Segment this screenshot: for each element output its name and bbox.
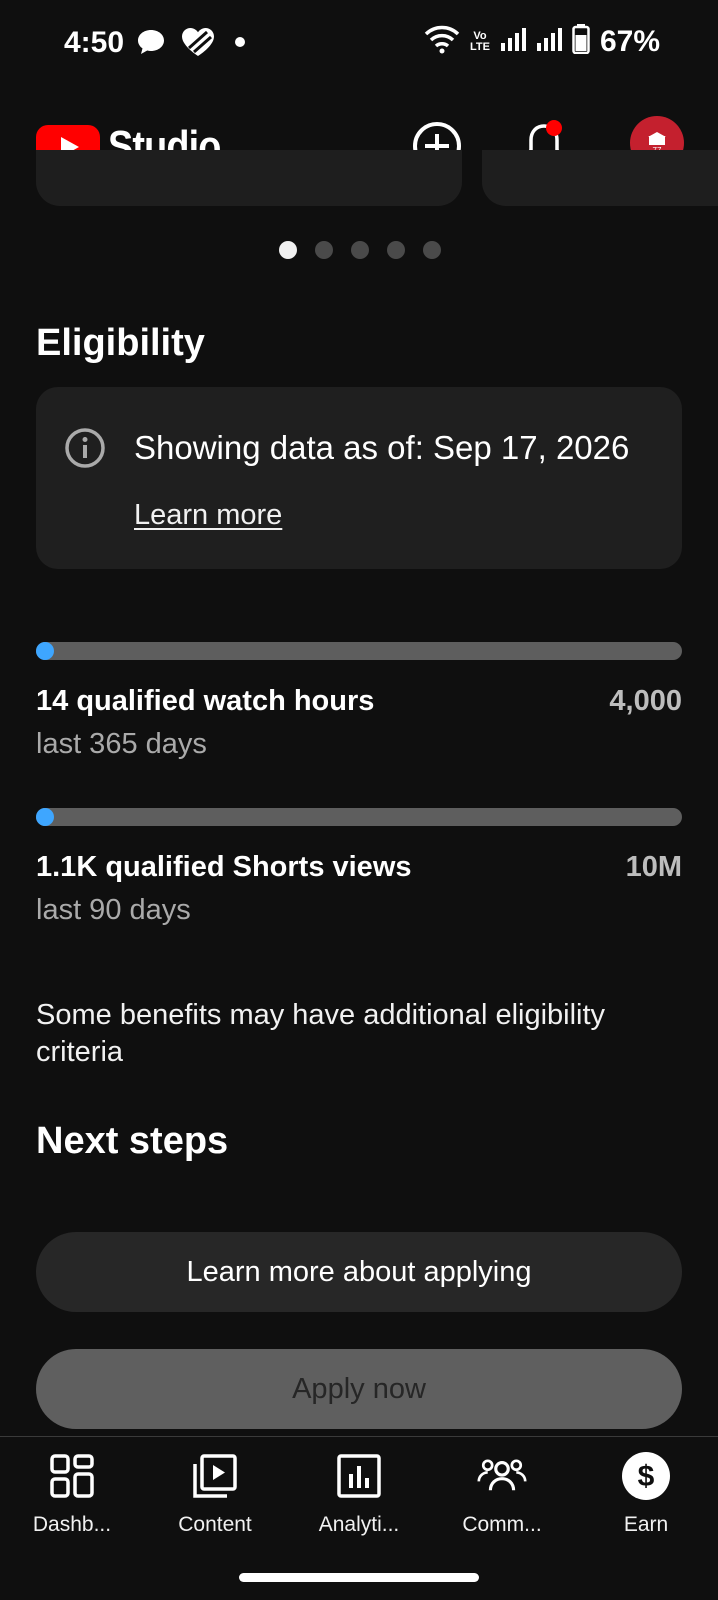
nav-earn[interactable]: $ Earn [576, 1451, 716, 1537]
data-date-text: Showing data as of: Sep 17, 2026 [134, 429, 630, 466]
volte-icon: Vo LTE [469, 29, 490, 53]
shorts-views-label: 1.1K qualified Shorts views [36, 851, 412, 883]
data-info-card: Showing data as of: Sep 17, 2026 Learn m… [36, 387, 682, 569]
nav-community[interactable]: Comm... [432, 1451, 572, 1537]
status-system-icons: Vo LTE 67% [424, 24, 660, 59]
learn-more-link[interactable]: Learn more [134, 499, 282, 532]
next-steps-title: Next steps [36, 1120, 229, 1162]
nav-label: Dashb... [32, 1513, 112, 1536]
watch-hours-progress [36, 642, 682, 660]
watch-hours-goal: 4,000 [609, 685, 682, 717]
notification-badge [546, 120, 562, 136]
battery-icon [572, 24, 590, 59]
svg-text:$: $ [638, 1460, 655, 1493]
eligibility-title: Eligibility [36, 322, 205, 364]
status-notification-icons [136, 26, 250, 63]
home-indicator[interactable] [239, 1573, 479, 1582]
heart-icon [180, 26, 216, 63]
watch-hours-period: last 365 days [36, 728, 207, 760]
wifi-icon [424, 24, 460, 59]
dashboard-icon [47, 1451, 97, 1501]
nav-content[interactable]: Content [145, 1451, 285, 1537]
signal-icon-2 [536, 27, 562, 56]
carousel-card[interactable] [36, 150, 462, 206]
channel-logo-icon [648, 131, 666, 145]
earn-icon: $ [621, 1451, 671, 1501]
carousel-card-next[interactable] [482, 150, 718, 206]
nav-dashboard[interactable]: Dashb... [2, 1451, 142, 1537]
carousel-dot[interactable] [387, 241, 405, 259]
shorts-views-goal: 10M [625, 851, 682, 883]
info-icon [64, 427, 106, 474]
carousel-dot[interactable] [351, 241, 369, 259]
shorts-views-progress [36, 808, 682, 826]
apply-now-button[interactable]: Apply now [36, 1349, 682, 1429]
status-time: 4:50 [64, 26, 125, 59]
carousel-dot[interactable] [315, 241, 333, 259]
learn-more-applying-button[interactable]: Learn more about applying [36, 1232, 682, 1312]
carousel-dot[interactable] [423, 241, 441, 259]
notification-dot-icon [230, 32, 250, 57]
shorts-views-period: last 90 days [36, 894, 191, 926]
content-icon [190, 1451, 240, 1501]
analytics-icon [334, 1451, 384, 1501]
watch-hours-label: 14 qualified watch hours [36, 685, 375, 717]
chat-bubble-icon [136, 28, 166, 61]
nav-label: Earn [623, 1513, 669, 1536]
shorts-views-progress-fill [36, 808, 54, 826]
community-icon [477, 1451, 527, 1501]
carousel-dot[interactable] [279, 241, 297, 259]
nav-label: Analyti... [318, 1513, 400, 1536]
signal-icon [500, 27, 526, 56]
nav-label: Content [178, 1513, 252, 1536]
nav-label: Comm... [462, 1513, 542, 1536]
watch-hours-progress-fill [36, 642, 54, 660]
nav-analytics[interactable]: Analyti... [289, 1451, 429, 1537]
battery-percent: 67% [599, 24, 660, 58]
carousel-dots [279, 241, 441, 259]
eligibility-note: Some benefits may have additional eligib… [36, 999, 606, 1068]
status-bar: 4:50 Vo LTE 67% [0, 0, 718, 90]
